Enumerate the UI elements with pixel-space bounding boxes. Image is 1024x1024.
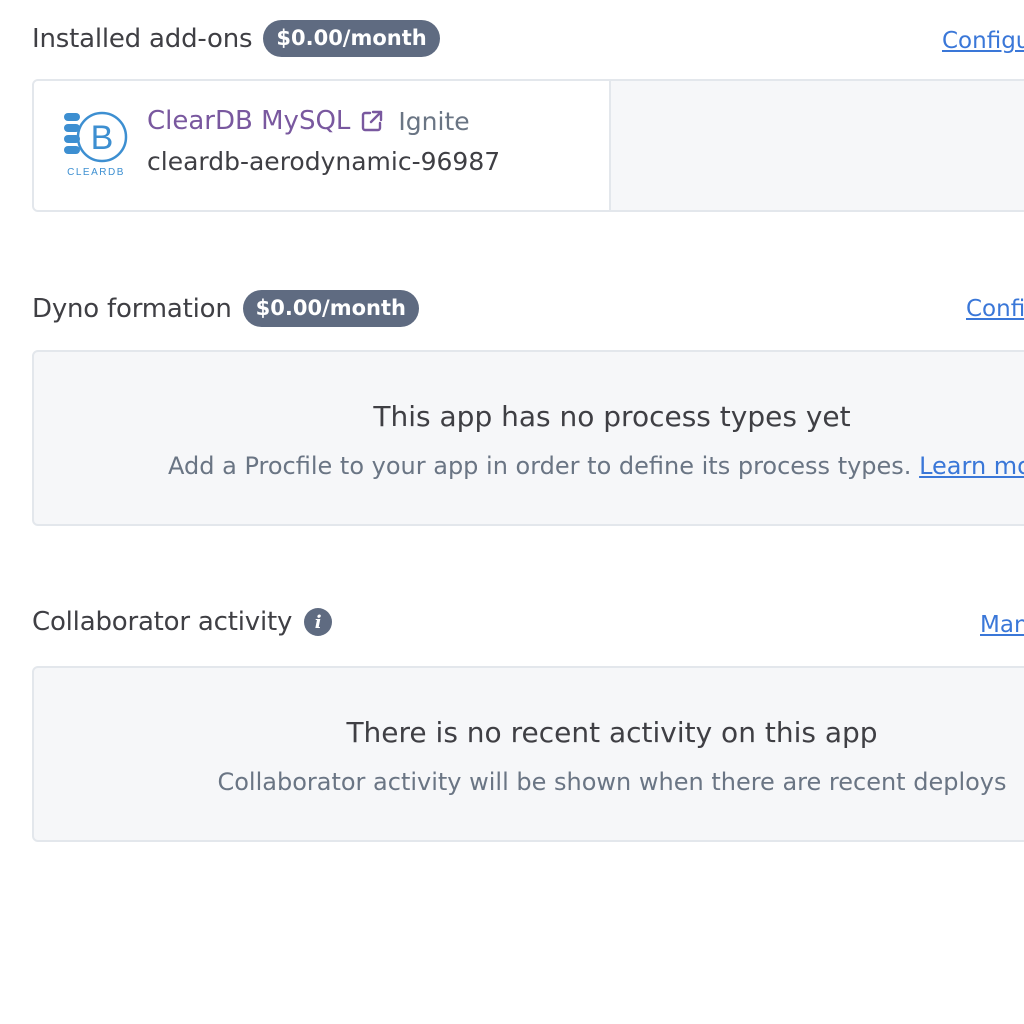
manage-access-link[interactable]: Manage Access	[980, 612, 1024, 638]
addon-name-row: ClearDB MySQL Ignite	[147, 106, 470, 136]
app-overview: Installed add-ons $0.00/month Configure …	[0, 0, 1024, 1024]
addons-title: Installed add-ons	[32, 23, 253, 54]
info-icon[interactable]: i	[304, 608, 333, 636]
addon-item[interactable]: B CLEARDB ClearDB MySQL Ignite cleardb-a…	[34, 81, 611, 210]
dyno-title: Dyno formation	[32, 293, 232, 324]
activity-empty-text: Collaborator activity will be shown when…	[217, 768, 1007, 796]
dyno-empty-text: Add a Procfile to your app in order to d…	[34, 452, 1024, 480]
dyno-empty-card: This app has no process types yet Add a …	[32, 350, 1024, 526]
dyno-header: Dyno formation $0.00/month	[32, 290, 419, 327]
configure-addons-link[interactable]: Configure Add-ons	[942, 28, 1024, 54]
activity-header: Collaborator activity i	[32, 607, 333, 637]
dyno-cost-badge: $0.00/month	[242, 290, 419, 327]
addons-header: Installed add-ons $0.00/month	[32, 20, 440, 57]
dyno-empty-message: Add a Procfile to your app in order to d…	[168, 452, 912, 480]
addons-cost-badge: $0.00/month	[263, 20, 440, 57]
addon-plan: Ignite	[398, 106, 470, 136]
activity-title: Collaborator activity	[32, 607, 293, 637]
external-link-icon[interactable]	[360, 109, 384, 133]
cleardb-logo-icon: B CLEARDB	[64, 111, 128, 177]
activity-empty-title: There is no recent activity on this app	[346, 716, 878, 749]
learn-more-link[interactable]: Learn more	[919, 452, 1024, 480]
activity-empty-card: There is no recent activity on this app …	[32, 666, 1024, 842]
addon-instance-name: cleardb-aerodynamic-96987	[147, 147, 501, 176]
dyno-empty-title: This app has no process types yet	[373, 400, 851, 433]
cleardb-logo-wordmark: CLEARDB	[67, 167, 125, 177]
cleardb-logo-letter: B	[91, 119, 114, 157]
addon-card: B CLEARDB ClearDB MySQL Ignite cleardb-a…	[32, 79, 1024, 212]
configure-dynos-link[interactable]: Configure Dynos	[966, 296, 1024, 322]
addon-name-link[interactable]: ClearDB MySQL	[147, 106, 350, 136]
